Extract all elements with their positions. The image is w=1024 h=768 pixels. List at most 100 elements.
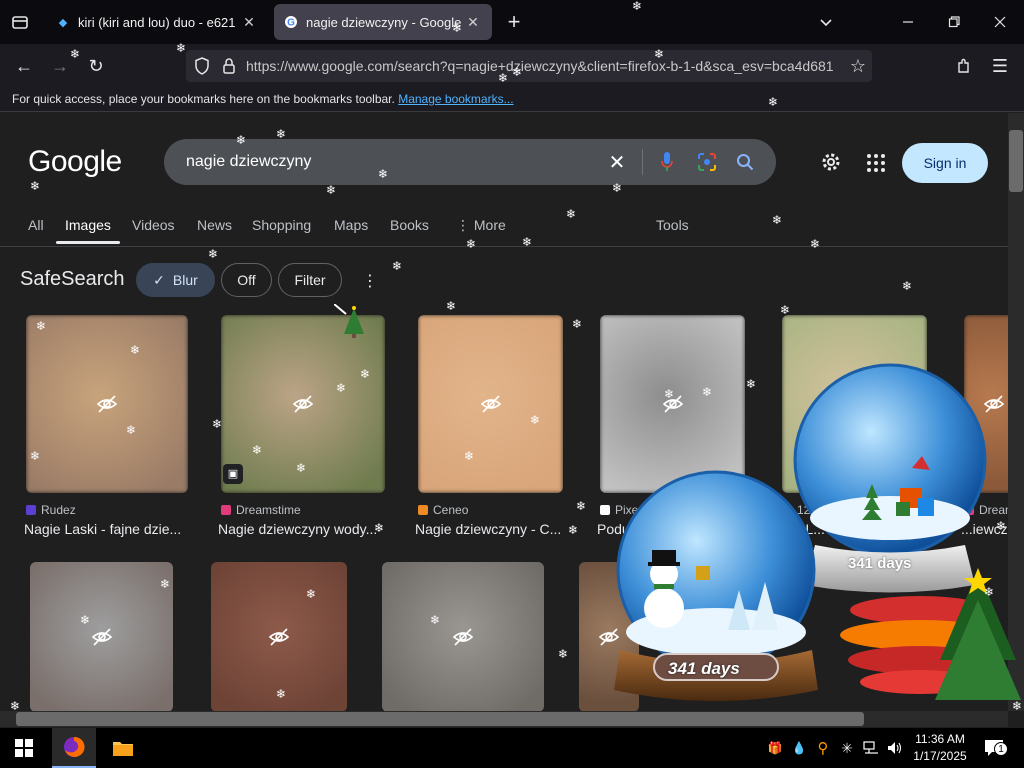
image-result-thumbnail[interactable] [418, 315, 563, 493]
apps-grid-icon[interactable] [866, 153, 886, 178]
safesearch-filter-button[interactable]: Filter [278, 263, 342, 297]
sign-in-button[interactable]: Sign in [902, 143, 988, 183]
tab-more[interactable]: ⋮ More [456, 217, 506, 234]
chevron-down-icon[interactable] [812, 8, 840, 36]
notifications-icon[interactable]: 1 [980, 728, 1008, 768]
lock-icon[interactable] [222, 57, 236, 78]
result-caption[interactable]: Nagie dziewczyny - C... [415, 521, 570, 537]
source-favicon-icon [221, 505, 231, 515]
google-logo[interactable]: Google [28, 145, 122, 179]
tab-images[interactable]: Images [65, 217, 111, 233]
windows-start-icon[interactable] [4, 728, 44, 768]
snowflake-tray-icon[interactable]: ✳ [838, 728, 856, 768]
clear-icon[interactable]: ✕ [602, 139, 632, 185]
water-drop-icon[interactable]: 💧 [790, 728, 808, 768]
reload-icon[interactable]: ↻ [82, 52, 110, 80]
image-result-thumbnail[interactable] [782, 315, 927, 493]
result-source[interactable]: 123RF [782, 503, 833, 517]
result-source[interactable]: Rudez [26, 503, 76, 517]
result-source[interactable]: Dreamstime [221, 503, 301, 517]
microphone-icon[interactable] [652, 139, 682, 185]
close-tab-icon[interactable]: ✕ [464, 14, 482, 31]
settings-gear-icon[interactable] [818, 149, 844, 180]
image-result-thumbnail[interactable] [600, 315, 745, 493]
restore-icon[interactable] [940, 8, 968, 36]
result-source[interactable]: Dream... [964, 503, 1008, 517]
image-result-thumbnail[interactable] [382, 562, 544, 711]
manage-bookmarks-link[interactable]: Manage bookmarks... [398, 92, 513, 106]
new-tab-icon[interactable]: + [500, 8, 528, 36]
search-divider [642, 149, 643, 175]
more-options-icon[interactable]: ⋮ [362, 271, 378, 291]
source-favicon-icon [600, 505, 610, 515]
source-name: 123RF [797, 503, 834, 517]
bookmark-star-icon[interactable]: ☆ [844, 52, 872, 80]
tab-more-label: More [473, 217, 506, 233]
hidden-eye-icon [268, 628, 290, 646]
tab-e621[interactable]: ◆ kiri (kiri and lou) duo - e621 ✕ [46, 4, 268, 40]
horizontal-scroll-thumb[interactable] [16, 712, 864, 726]
tab-bar: ◆ kiri (kiri and lou) duo - e621 ✕ G nag… [0, 0, 1024, 44]
google-favicon-icon: G [284, 15, 298, 29]
safesearch-blur-button[interactable]: ✓ Blur [136, 263, 215, 297]
search-tray-icon[interactable]: ⚲ [814, 728, 832, 768]
extensions-icon[interactable] [950, 52, 978, 80]
forward-icon[interactable]: → [46, 52, 74, 80]
navigation-toolbar: ← → ↻ https://www.google.com/search?q=na… [0, 44, 1024, 86]
result-source[interactable]: Ceneo [418, 503, 468, 517]
tab-maps[interactable]: Maps [334, 217, 368, 233]
hidden-eye-icon [480, 395, 501, 413]
bookmarks-toolbar: For quick access, place your bookmarks h… [0, 86, 1024, 112]
file-explorer-icon[interactable] [102, 728, 144, 768]
minimize-icon[interactable] [894, 8, 922, 36]
volume-icon[interactable] [886, 728, 904, 768]
image-result-thumbnail[interactable] [964, 315, 1008, 493]
back-icon[interactable]: ← [10, 52, 38, 80]
lens-icon[interactable] [692, 139, 722, 185]
result-caption[interactable]: ...ie L... [779, 521, 934, 537]
tab-videos[interactable]: Videos [132, 217, 175, 233]
safesearch-off-button[interactable]: Off [221, 263, 272, 297]
image-result-thumbnail[interactable] [579, 562, 639, 711]
image-result-thumbnail[interactable] [30, 562, 173, 711]
search-icon[interactable] [730, 139, 760, 185]
hidden-eye-icon [292, 395, 314, 413]
close-window-icon[interactable] [986, 8, 1014, 36]
url-text: https://www.google.com/search?q=nagie+dz… [246, 58, 834, 74]
url-bar[interactable]: https://www.google.com/search?q=nagie+dz… [186, 50, 872, 82]
tab-google-search[interactable]: G nagie dziewczyny - Google Search ✕ [274, 4, 492, 40]
tab-all[interactable]: All [28, 217, 44, 233]
tab-tools[interactable]: Tools [656, 217, 689, 233]
close-tab-icon[interactable]: ✕ [240, 14, 258, 31]
source-favicon-icon [26, 505, 36, 515]
tab-list-icon[interactable] [6, 8, 34, 36]
taskbar-clock[interactable]: 11:36 AM 1/17/2025 [906, 731, 974, 765]
network-icon[interactable] [862, 728, 880, 768]
tab-title: nagie dziewczyny - Google Search [306, 14, 464, 30]
search-input[interactable]: nagie dziewczyny ✕ [164, 139, 776, 185]
result-caption[interactable]: Nagie dziewczyny wody... [218, 521, 392, 537]
tab-news[interactable]: News [197, 217, 232, 233]
bookmarks-message: For quick access, place your bookmarks h… [12, 92, 395, 106]
result-caption[interactable]: Podus... [597, 521, 752, 537]
image-result-thumbnail[interactable] [26, 315, 188, 493]
vertical-scrollbar[interactable] [1008, 113, 1024, 711]
check-icon: ✓ [153, 271, 165, 288]
result-source[interactable]: Pixers [600, 503, 648, 517]
firefox-taskbar-icon[interactable] [52, 728, 96, 768]
tray-app-icon[interactable]: 🎁 [766, 728, 784, 768]
vertical-scroll-thumb[interactable] [1009, 130, 1023, 192]
more-dots-icon: ⋮ [456, 217, 474, 233]
tab-shopping[interactable]: Shopping [252, 217, 311, 233]
image-result-thumbnail[interactable] [211, 562, 347, 711]
tab-books[interactable]: Books [390, 217, 429, 233]
hidden-eye-icon [452, 628, 474, 646]
menu-icon[interactable]: ☰ [986, 52, 1014, 80]
source-favicon-icon [964, 505, 974, 515]
result-caption[interactable]: ...iewcz [961, 521, 1008, 537]
source-name: Dreamstime [236, 503, 301, 517]
result-caption[interactable]: Nagie Laski - fajne dzie... [24, 521, 196, 537]
search-query: nagie dziewczyny [186, 153, 312, 170]
hidden-eye-icon [662, 395, 683, 413]
shield-icon[interactable] [194, 57, 210, 78]
